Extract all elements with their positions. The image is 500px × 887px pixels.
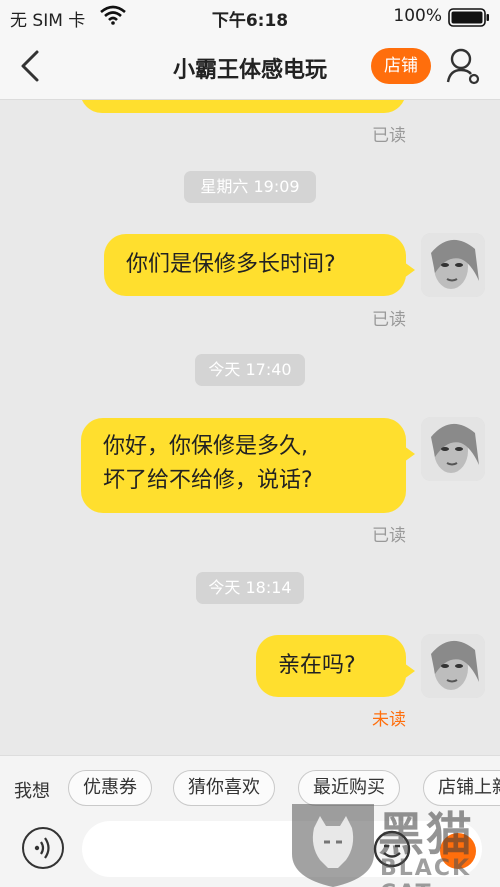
avatar[interactable]	[421, 233, 485, 297]
emoji-icon[interactable]	[372, 829, 412, 869]
read-status: 已读	[372, 310, 406, 330]
unread-status: 未读	[372, 710, 406, 730]
chip-recent-purchases[interactable]: 最近购买	[298, 770, 400, 806]
chat-area[interactable]: 已读 星期六 19:09 你们是保修多长时间? 已读 今天 17:40 你好，你…	[0, 100, 500, 755]
chip-coupons[interactable]: 优惠券	[68, 770, 152, 806]
avatar[interactable]	[421, 634, 485, 698]
quick-reply-label: 我想	[14, 781, 50, 802]
battery-icon	[448, 8, 489, 27]
nav-bar: 小霸王体感电玩 店铺	[0, 34, 500, 100]
avatar-portrait-icon	[421, 233, 485, 297]
voice-button[interactable]	[22, 827, 64, 869]
timestamp-pill: 今天 17:40	[195, 354, 305, 386]
back-arrow-icon[interactable]	[14, 48, 48, 84]
message-bubble[interactable]: 亲在吗?	[256, 635, 415, 697]
message-bubble[interactable]: 你们是保修多长时间?	[104, 234, 415, 296]
voice-wave-icon	[34, 837, 50, 859]
quick-reply-bar: 我想 优惠券 猜你喜欢 最近购买 店铺上新	[0, 755, 500, 817]
message-text: 亲在吗?	[278, 653, 356, 678]
read-status: 已读	[372, 126, 406, 146]
more-options-button[interactable]	[440, 833, 476, 869]
avatar-portrait-icon	[421, 417, 485, 481]
message-bubble[interactable]: 你好，你保修是多久, 坏了给不给修，说话?	[81, 418, 415, 513]
message-bubble-previous[interactable]	[80, 100, 406, 113]
input-bar	[0, 817, 500, 887]
message-input[interactable]	[82, 821, 482, 877]
shop-button[interactable]: 店铺	[371, 48, 431, 84]
chip-recommendations[interactable]: 猜你喜欢	[173, 770, 275, 806]
timestamp-pill: 星期六 19:09	[184, 171, 316, 203]
avatar[interactable]	[421, 417, 485, 481]
timestamp-pill: 今天 18:14	[196, 572, 304, 604]
status-bar: 无 SIM 卡 下午6:18 100%	[0, 0, 500, 34]
read-status: 已读	[372, 526, 406, 546]
user-settings-icon[interactable]	[446, 46, 482, 86]
chip-shop-new-arrivals[interactable]: 店铺上新	[423, 770, 500, 806]
message-text-line: 你好，你保修是多久,	[103, 434, 308, 459]
message-text: 你们是保修多长时间?	[126, 252, 336, 277]
battery-percentage: 100%	[393, 6, 442, 26]
avatar-portrait-icon	[421, 634, 485, 698]
message-text-line: 坏了给不给修，说话?	[103, 468, 313, 493]
